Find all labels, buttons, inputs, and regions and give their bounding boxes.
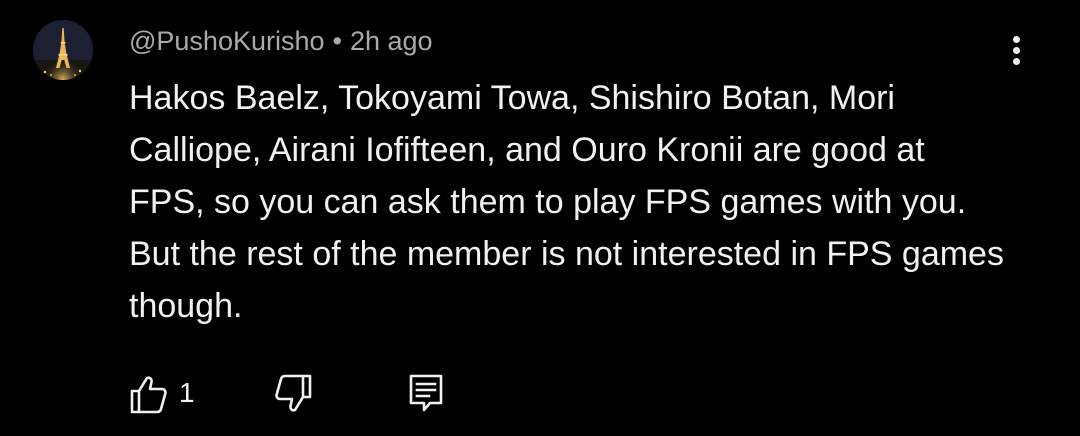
comment-text: Hakos Baelz, Tokoyami Towa, Shishiro Bot… bbox=[129, 79, 1004, 325]
vertical-ellipsis-icon bbox=[1013, 36, 1020, 43]
meta-separator: • bbox=[332, 26, 342, 56]
thumbs-down-icon bbox=[275, 374, 312, 412]
like-button[interactable] bbox=[129, 372, 169, 416]
comment-header: @PushoKurisho • 2h ago bbox=[129, 24, 433, 58]
comment-reply-icon bbox=[409, 374, 443, 412]
dislike-button[interactable] bbox=[273, 372, 313, 416]
avatar[interactable] bbox=[33, 20, 93, 80]
eiffel-tower-image bbox=[33, 20, 93, 80]
reply-button[interactable] bbox=[407, 372, 447, 416]
more-options-button[interactable] bbox=[1000, 30, 1034, 70]
thumbs-up-icon bbox=[130, 376, 167, 414]
comment-thread-item: @PushoKurisho • 2h ago Hakos Baelz, Tokoya… bbox=[0, 0, 1080, 436]
comment-timestamp[interactable]: 2h ago bbox=[350, 26, 433, 56]
author-name[interactable]: @PushoKurisho bbox=[129, 26, 325, 56]
like-count: 1 bbox=[179, 377, 195, 408]
